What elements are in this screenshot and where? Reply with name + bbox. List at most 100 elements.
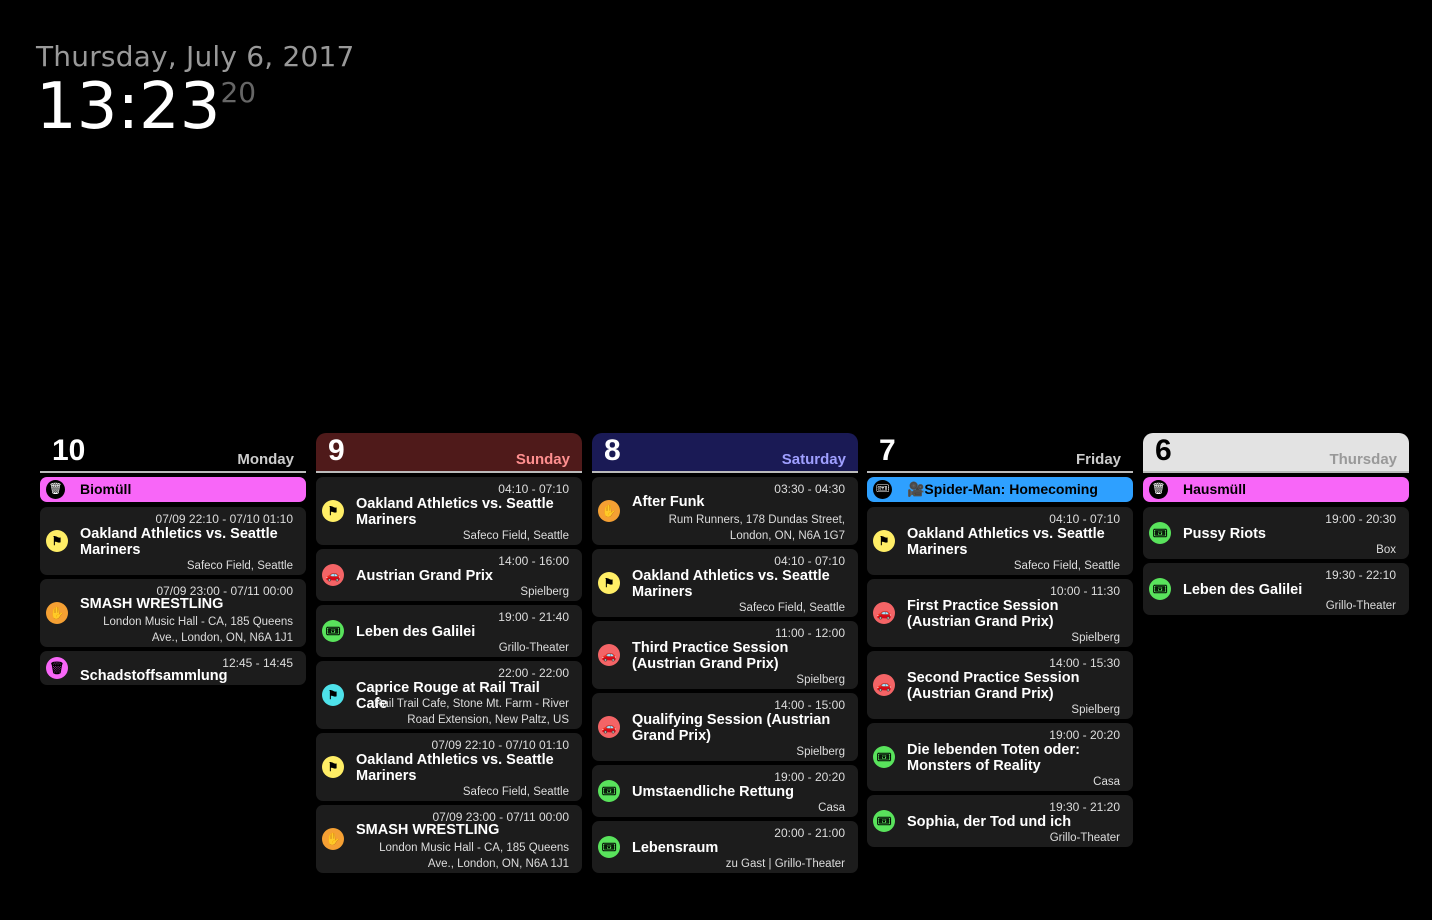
event-time: 14:00 - 16:00 — [498, 554, 569, 568]
day-column-monday: 10 Monday 🗑 Biomüll ⚑ 07/09 22:10 - 07/10 01:… — [40, 433, 306, 689]
day-divider — [1143, 471, 1409, 473]
day-header: 9 Sunday — [316, 433, 582, 471]
flag-icon: ⚑ — [46, 530, 68, 552]
event-location: London Music Hall - CA, 185 Queens Ave.,… — [103, 616, 293, 644]
ticket-icon: 🎟 — [598, 836, 620, 858]
event-title: Oakland Athletics vs. Seattle Mariners — [632, 568, 830, 600]
event-time: 11:00 - 12:00 — [775, 626, 845, 640]
event-location: Casa — [1093, 776, 1120, 788]
day-name: Monday — [237, 451, 294, 468]
calendar-event[interactable]: 🎟 19:00 - 20:20 Die lebenden Toten oder: M… — [867, 723, 1133, 791]
day-divider — [316, 471, 582, 473]
event-location: Grillo-Theater — [1049, 832, 1120, 844]
trash-icon: 🗑 — [46, 657, 68, 679]
event-location: Box — [1376, 544, 1396, 556]
flag-icon: ⚑ — [598, 572, 620, 594]
allday-event-label: Biomüll — [80, 481, 132, 497]
car-icon: 🚗 — [322, 564, 344, 586]
allday-event[interactable]: 🎟 🎥Spider-Man: Homecoming — [867, 477, 1133, 502]
car-icon: 🚗 — [598, 644, 620, 666]
allday-event[interactable]: 🗑 Biomüll — [40, 477, 306, 502]
allday-event[interactable]: 🗑 Hausmüll — [1143, 477, 1409, 502]
trash-icon: 🗑 — [46, 480, 65, 499]
calendar-event[interactable]: 🚗 14:00 - 15:30 Second Practice Session (A… — [867, 651, 1133, 719]
calendar-event[interactable]: ✋ 03:30 - 04:30 After Funk Rum Runners, 178… — [592, 477, 858, 545]
calendar-event[interactable]: 🎟 19:30 - 21:20 Sophia, der Tod und ich Gri… — [867, 795, 1133, 847]
event-time: 19:00 - 20:20 — [774, 770, 845, 784]
event-location: Spielberg — [520, 586, 569, 598]
event-title: After Funk — [632, 494, 705, 510]
calendar-event[interactable]: 🎟 20:00 - 21:00 Lebensraum zu Gast | Grillo… — [592, 821, 858, 873]
event-time: 04:10 - 07:10 — [774, 554, 845, 568]
event-location: Rum Runners, 178 Dundas Street, London, … — [668, 514, 845, 542]
event-time: 07/09 22:10 - 07/10 01:10 — [431, 738, 569, 752]
event-time: 19:00 - 20:20 — [1049, 728, 1120, 742]
day-header: 7 Friday — [867, 433, 1133, 471]
event-title: Schadstoffsammlung — [80, 668, 228, 684]
day-number: 9 — [328, 434, 345, 467]
day-column-friday: 7 Friday 🎟 🎥Spider-Man: Homecoming ⚑ 04:10 - … — [867, 433, 1133, 851]
event-time: 07/09 22:10 - 07/10 01:10 — [155, 512, 293, 526]
clock: Thursday, July 6, 2017 13:2320 — [36, 40, 355, 139]
calendar-event[interactable]: ⚑ 07/09 22:10 - 07/10 01:10 Oakland Athlet… — [316, 733, 582, 801]
flag-icon: ⚑ — [322, 684, 344, 706]
event-title: Pussy Riots — [1183, 526, 1266, 542]
calendar-event[interactable]: ⚑ 04:10 - 07:10 Oakland Athletics vs. Seat… — [867, 507, 1133, 575]
event-location: zu Gast | Grillo-Theater — [725, 858, 845, 870]
allday-event-label: Hausmüll — [1183, 481, 1247, 497]
calendar-event[interactable]: ✋ 07/09 23:00 - 07/11 00:00 SMASH WRESTLIN… — [40, 579, 306, 647]
calendar-event[interactable]: 🚗 14:00 - 15:00 Qualifying Session (Austri… — [592, 693, 858, 761]
calendar-event[interactable]: 🎟 19:00 - 20:30 Pussy Riots Box — [1143, 507, 1409, 559]
ticket-icon: 🎟 — [1149, 522, 1171, 544]
event-location: Safeco Field, Seattle — [186, 560, 293, 572]
event-title: Leben des Galilei — [1183, 582, 1303, 598]
calendar-event[interactable]: ⚑ 04:10 - 07:10 Oakland Athletics vs. Seat… — [316, 477, 582, 545]
event-title: Oakland Athletics vs. Seattle Mariners — [356, 752, 554, 784]
calendar-event[interactable]: 🚗 11:00 - 12:00 Third Practice Session (Au… — [592, 621, 858, 689]
event-location: Safeco Field, Seattle — [1013, 560, 1120, 572]
hand-icon: ✋ — [598, 500, 620, 522]
day-number: 7 — [879, 434, 896, 467]
event-title: SMASH WRESTLING — [356, 822, 500, 838]
event-time: 04:10 - 07:10 — [498, 482, 569, 496]
event-time: 19:30 - 22:10 — [1325, 568, 1396, 582]
hand-icon: ✋ — [322, 828, 344, 850]
event-time: 14:00 - 15:30 — [1049, 656, 1120, 670]
calendar-event[interactable]: 🎟 19:00 - 21:40 Leben des Galilei Grillo-Th… — [316, 605, 582, 657]
day-name: Thursday — [1329, 451, 1397, 468]
flag-icon: ⚑ — [873, 530, 895, 552]
event-title: SMASH WRESTLING — [80, 596, 224, 612]
calendar-event[interactable]: ⚑ 22:00 - 22:00 Caprice Rouge at Rail Trai… — [316, 661, 582, 729]
day-name: Saturday — [781, 451, 846, 468]
event-time: 04:10 - 07:10 — [1049, 512, 1120, 526]
day-divider — [40, 471, 306, 473]
clock-time: 13:2320 — [36, 75, 355, 139]
event-title: First Practice Session (Austrian Grand P… — [907, 598, 1059, 630]
calendar-event[interactable]: ⚑ 07/09 22:10 - 07/10 01:10 Oakland Athlet… — [40, 507, 306, 575]
event-location: Grillo-Theater — [1325, 600, 1396, 612]
calendar-event[interactable]: ✋ 07/09 23:00 - 07/11 00:00 SMASH WRESTLIN… — [316, 805, 582, 873]
day-header: 10 Monday — [40, 433, 306, 471]
calendar-event[interactable]: 🎟 19:30 - 22:10 Leben des Galilei Grillo-Th… — [1143, 563, 1409, 615]
car-icon: 🚗 — [598, 716, 620, 738]
car-icon: 🚗 — [873, 602, 895, 624]
car-icon: 🚗 — [873, 674, 895, 696]
day-divider — [867, 471, 1133, 473]
calendar-event[interactable]: 🎟 19:00 - 20:20 Umstaendliche Rettung Casa — [592, 765, 858, 817]
clock-date: Thursday, July 6, 2017 — [36, 40, 355, 73]
day-header: 8 Saturday — [592, 433, 858, 471]
event-time: 19:00 - 21:40 — [498, 610, 569, 624]
calendar-event[interactable]: 🚗 10:00 - 11:30 First Practice Session (Au… — [867, 579, 1133, 647]
event-location: Spielberg — [1071, 632, 1120, 644]
event-time: 19:00 - 20:30 — [1325, 512, 1396, 526]
event-title: Oakland Athletics vs. Seattle Mariners — [80, 526, 278, 558]
event-time: 19:30 - 21:20 — [1049, 800, 1120, 814]
event-time: 10:00 - 11:30 — [1050, 584, 1120, 598]
calendar-event[interactable]: ⚑ 04:10 - 07:10 Oakland Athletics vs. Seat… — [592, 549, 858, 617]
event-title: Lebensraum — [632, 840, 719, 856]
flag-icon: ⚑ — [322, 500, 344, 522]
calendar-event[interactable]: 🗑 12:45 - 14:45 Schadstoffsammlung — [40, 651, 306, 685]
event-location: Safeco Field, Seattle — [738, 602, 845, 614]
event-location: Safeco Field, Seattle — [462, 530, 569, 542]
calendar-event[interactable]: 🚗 14:00 - 16:00 Austrian Grand Prix Spielbe… — [316, 549, 582, 601]
